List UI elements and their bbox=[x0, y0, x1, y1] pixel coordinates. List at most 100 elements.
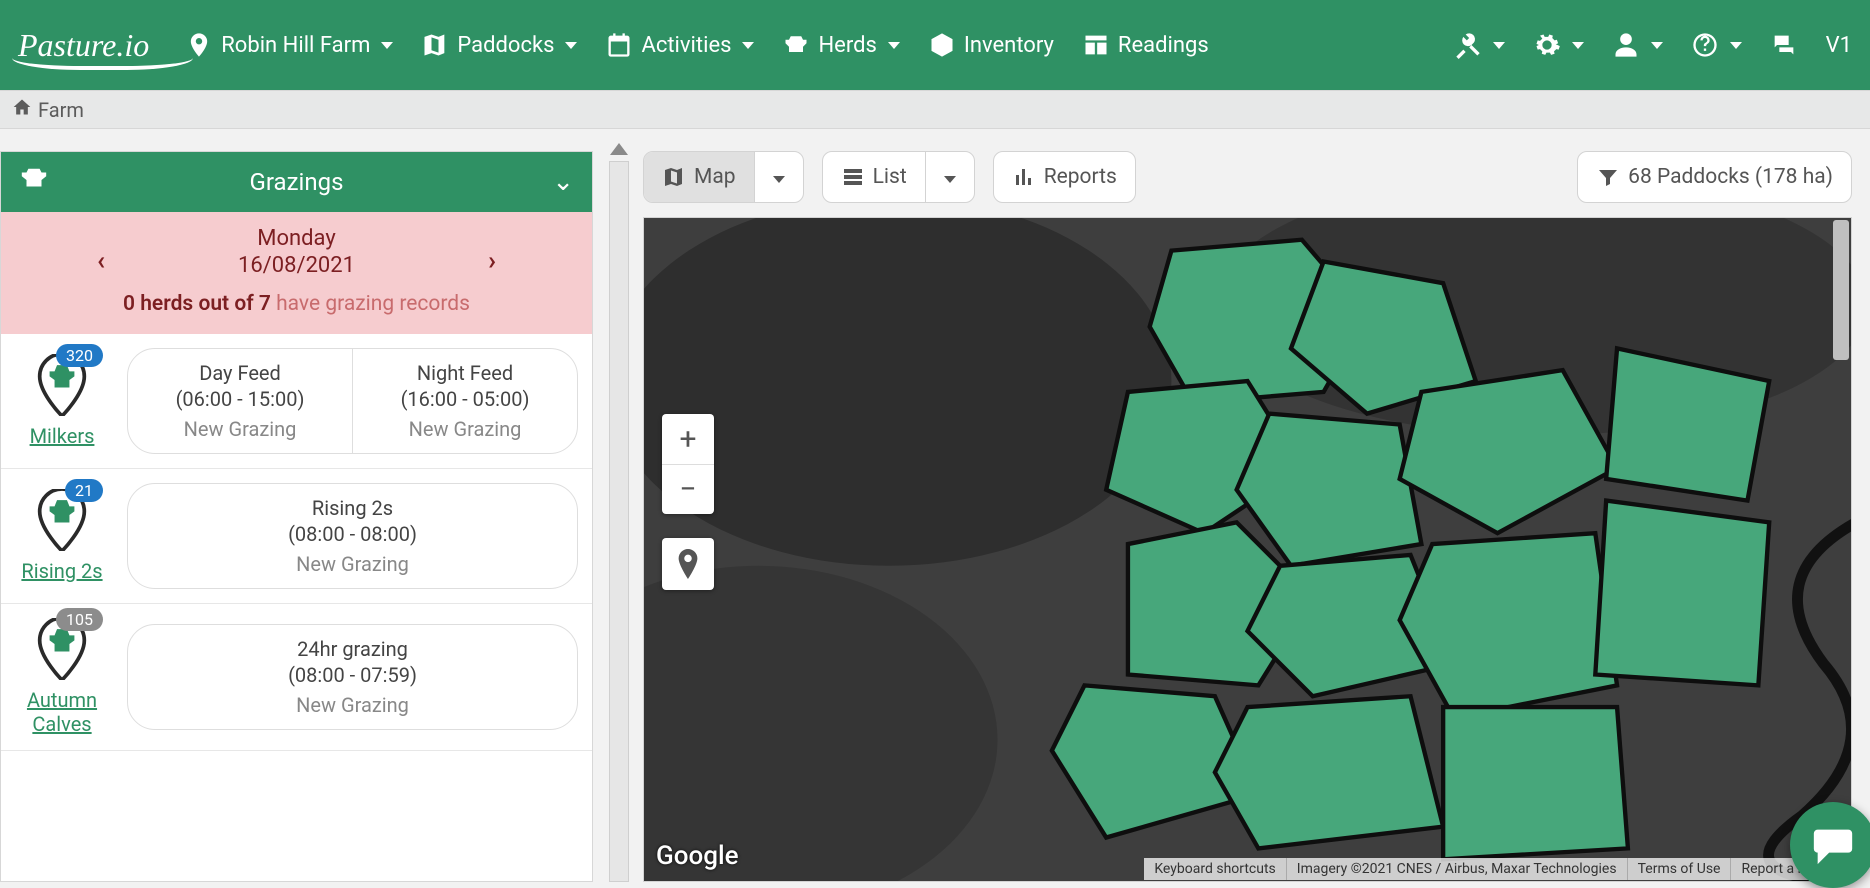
boxes-icon bbox=[928, 31, 956, 59]
feed-title: 24hr grazing bbox=[138, 637, 567, 661]
caret-down-icon bbox=[739, 33, 754, 58]
date-day: Monday bbox=[1, 226, 592, 251]
table-icon bbox=[1082, 31, 1110, 59]
feed-slot[interactable]: 24hr grazing (08:00 - 07:59) New Grazing bbox=[128, 625, 577, 729]
date-value: 16/08/2021 bbox=[1, 253, 592, 278]
attrib-imagery: Imagery ©2021 CNES / Airbus, Maxar Techn… bbox=[1286, 858, 1627, 880]
nav-herds-label: Herds bbox=[818, 33, 876, 58]
grazings-sidebar: Grazings ⌄ ‹ › Monday 16/08/2021 0 herds… bbox=[0, 151, 593, 882]
feed-time: (06:00 - 15:00) bbox=[138, 387, 342, 411]
view-map-button[interactable]: Map bbox=[644, 152, 754, 202]
nav-farm-selector[interactable]: Robin Hill Farm bbox=[185, 31, 393, 59]
cow-icon bbox=[782, 31, 810, 59]
feed-slot[interactable]: Night Feed (16:00 - 05:00) New Grazing bbox=[352, 349, 577, 453]
view-list-button[interactable]: List bbox=[823, 152, 925, 202]
chart-icon bbox=[1012, 165, 1036, 189]
feed-slot[interactable]: Rising 2s (08:00 - 08:00) New Grazing bbox=[128, 484, 577, 588]
herd-count-badge: 21 bbox=[65, 479, 103, 502]
feed-slot[interactable]: Day Feed (06:00 - 15:00) New Grazing bbox=[128, 349, 352, 453]
zoom-in-button[interactable]: + bbox=[662, 414, 714, 464]
herd-row: 320 MilkersDay Feed (06:00 - 15:00) New … bbox=[1, 334, 592, 469]
herd-name-link[interactable]: Rising 2s bbox=[15, 559, 109, 583]
nav-tools[interactable] bbox=[1454, 31, 1505, 59]
feed-time: (16:00 - 05:00) bbox=[363, 387, 567, 411]
nav-inventory[interactable]: Inventory bbox=[928, 31, 1054, 59]
caret-down-icon bbox=[562, 33, 577, 58]
breadcrumb-label[interactable]: Farm bbox=[38, 98, 84, 122]
herd-row: 21 Rising 2sRising 2s (08:00 - 08:00) Ne… bbox=[1, 469, 592, 604]
feed-time: (08:00 - 07:59) bbox=[138, 663, 567, 687]
cow-icon bbox=[19, 166, 49, 198]
herd-badge: 21 Rising 2s bbox=[15, 489, 109, 583]
feed-action: New Grazing bbox=[138, 693, 567, 717]
caret-down-icon bbox=[944, 165, 956, 189]
view-list-dropdown[interactable] bbox=[925, 152, 974, 202]
nav-settings[interactable] bbox=[1533, 31, 1584, 59]
paddock-filter-button[interactable]: 68 Paddocks (178 ha) bbox=[1577, 151, 1852, 203]
filter-icon bbox=[1596, 165, 1620, 189]
map-locate-button[interactable] bbox=[662, 538, 714, 590]
herd-name-link[interactable]: Milkers bbox=[15, 424, 109, 448]
feed-title: Rising 2s bbox=[138, 496, 567, 520]
brand-logo[interactable]: Pasture.io bbox=[18, 27, 157, 64]
herd-row: 105 Autumn Calves24hr grazing (08:00 - 0… bbox=[1, 604, 592, 751]
nav-help[interactable] bbox=[1691, 31, 1742, 59]
nav-activities-label: Activities bbox=[641, 33, 731, 58]
view-map-dropdown[interactable] bbox=[754, 152, 803, 202]
reports-button[interactable]: Reports bbox=[993, 151, 1136, 203]
map-icon bbox=[421, 31, 449, 59]
caret-down-icon bbox=[378, 33, 393, 58]
nav-chat[interactable] bbox=[1770, 31, 1798, 59]
calendar-icon bbox=[605, 31, 633, 59]
chevron-down-icon[interactable]: ⌄ bbox=[552, 167, 574, 197]
table-icon bbox=[841, 165, 865, 189]
map-zoom-control: + − bbox=[662, 414, 714, 514]
nav-user[interactable] bbox=[1612, 31, 1663, 59]
grazings-header[interactable]: Grazings ⌄ bbox=[1, 152, 592, 212]
feed-time: (08:00 - 08:00) bbox=[138, 522, 567, 546]
map-icon bbox=[662, 165, 686, 189]
caret-down-icon bbox=[1490, 33, 1505, 58]
date-next-button[interactable]: › bbox=[488, 246, 496, 276]
sidebar-scrollbar[interactable] bbox=[595, 129, 643, 882]
nav-version-label: V1 bbox=[1826, 33, 1852, 58]
map-canvas[interactable]: + − Google Keyboard shortcuts Imagery ©2… bbox=[643, 217, 1852, 882]
caret-down-icon bbox=[773, 165, 785, 189]
nav-farm-label: Robin Hill Farm bbox=[221, 33, 370, 58]
help-icon bbox=[1691, 31, 1719, 59]
date-bar: ‹ › Monday 16/08/2021 0 herds out of 7 h… bbox=[1, 212, 592, 334]
attrib-shortcuts[interactable]: Keyboard shortcuts bbox=[1144, 858, 1285, 880]
nav-herds[interactable]: Herds bbox=[782, 31, 899, 59]
feed-title: Day Feed bbox=[138, 361, 342, 385]
herd-count-badge: 105 bbox=[56, 608, 103, 631]
zoom-out-button[interactable]: − bbox=[662, 464, 714, 514]
chat-widget-button[interactable] bbox=[1790, 802, 1870, 888]
nav-inventory-label: Inventory bbox=[964, 33, 1054, 58]
feed-action: New Grazing bbox=[138, 417, 342, 441]
home-icon[interactable] bbox=[12, 97, 32, 122]
chat-icon bbox=[1770, 31, 1798, 59]
nav-readings-label: Readings bbox=[1118, 33, 1209, 58]
caret-down-icon bbox=[1727, 33, 1742, 58]
caret-down-icon bbox=[1648, 33, 1663, 58]
feed-container: Day Feed (06:00 - 15:00) New GrazingNigh… bbox=[127, 348, 578, 454]
map-toolbar: Map List Reports 68 Paddocks (178 ha) bbox=[643, 151, 1852, 217]
nav-paddocks[interactable]: Paddocks bbox=[421, 31, 577, 59]
herd-badge: 320 Milkers bbox=[15, 354, 109, 448]
caret-down-icon bbox=[885, 33, 900, 58]
nav-activities[interactable]: Activities bbox=[605, 31, 754, 59]
nav-version[interactable]: V1 bbox=[1826, 33, 1852, 58]
date-summary: 0 herds out of 7 have grazing records bbox=[1, 292, 592, 316]
herd-name-link[interactable]: Autumn Calves bbox=[15, 688, 109, 736]
feed-action: New Grazing bbox=[138, 552, 567, 576]
feed-container: Rising 2s (08:00 - 08:00) New Grazing bbox=[127, 483, 578, 589]
nav-paddocks-label: Paddocks bbox=[457, 33, 554, 58]
date-prev-button[interactable]: ‹ bbox=[97, 246, 105, 276]
nav-readings[interactable]: Readings bbox=[1082, 31, 1209, 59]
pin-icon bbox=[185, 31, 213, 59]
herd-badge: 105 Autumn Calves bbox=[15, 618, 109, 736]
feed-container: 24hr grazing (08:00 - 07:59) New Grazing bbox=[127, 624, 578, 730]
map-scrollbar[interactable] bbox=[1833, 220, 1849, 861]
attrib-terms[interactable]: Terms of Use bbox=[1627, 858, 1731, 880]
gear-icon bbox=[1533, 31, 1561, 59]
